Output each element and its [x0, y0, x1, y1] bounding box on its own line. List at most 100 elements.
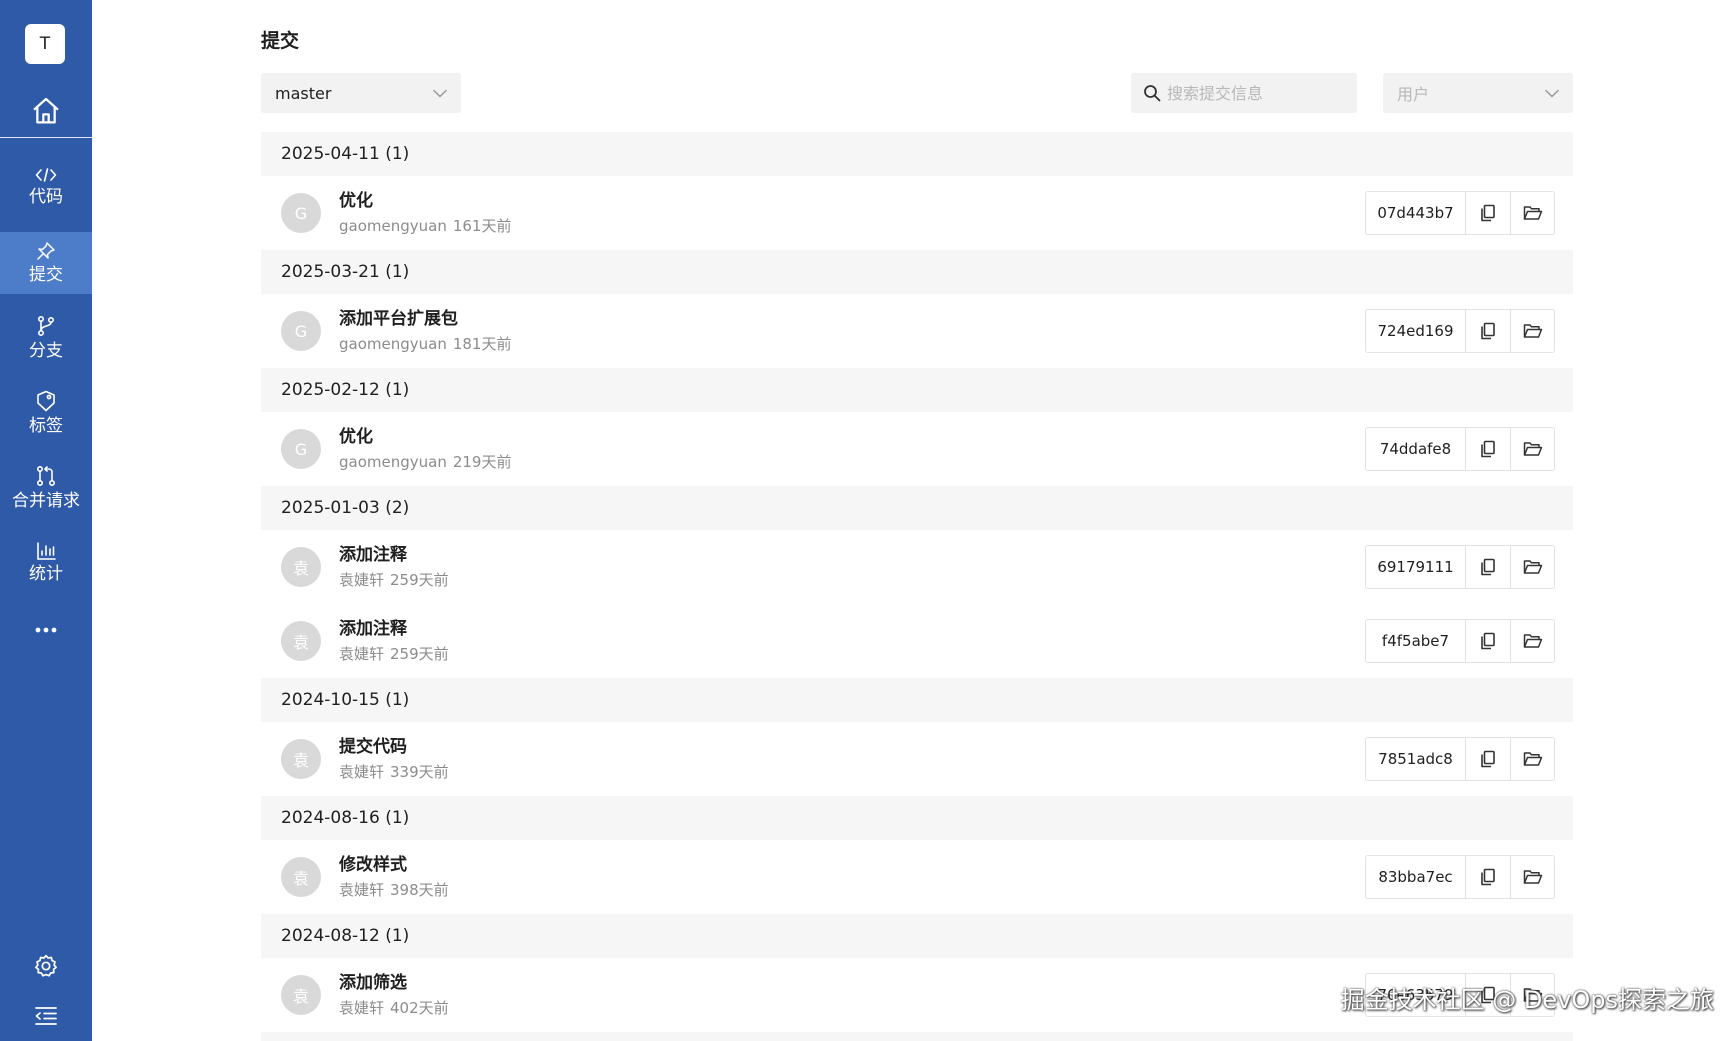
commit-time: 219天前 — [452, 453, 512, 471]
commit-author: 袁婕轩 — [339, 999, 385, 1017]
search-box — [1131, 73, 1357, 113]
search-input[interactable] — [1167, 83, 1337, 103]
commit-meta: gaomengyuan 161天前 — [339, 217, 511, 235]
browse-files-button[interactable] — [1510, 856, 1554, 898]
commit-row[interactable]: 袁 添加注释 袁婕轩 259天前 f4f5abe7 — [261, 604, 1573, 678]
user-select-placeholder: 用户 — [1397, 85, 1430, 104]
sidebar-divider — [0, 137, 92, 138]
author-avatar: G — [281, 193, 321, 233]
commit-hash-button[interactable]: 07d443b7 — [1366, 192, 1466, 234]
sidebar-item-code[interactable]: 代码 — [0, 156, 92, 218]
branch-select[interactable]: master — [261, 73, 461, 113]
browse-files-button[interactable] — [1510, 192, 1554, 234]
commit-time: 339天前 — [390, 763, 449, 781]
user-select[interactable]: 用户 — [1383, 73, 1573, 113]
collapse-sidebar-button[interactable] — [0, 998, 92, 1034]
date-group-header: 2024-10-15 (1) — [261, 678, 1573, 722]
sidebar-item-label: 代码 — [29, 187, 63, 207]
commit-text: 修改样式 袁婕轩 398天前 — [339, 855, 449, 899]
copy-hash-button[interactable] — [1466, 546, 1510, 588]
commit-actions: 724ed169 — [1365, 309, 1555, 353]
copy-hash-button[interactable] — [1466, 192, 1510, 234]
commit-hash-button[interactable]: 7851adc8 — [1366, 738, 1466, 780]
commit-time: 259天前 — [390, 645, 449, 663]
commit-author: 袁婕轩 — [339, 571, 385, 589]
sidebar-item-branches[interactable]: 分支 — [0, 307, 92, 369]
copy-icon — [1481, 750, 1495, 768]
more-button[interactable] — [0, 612, 92, 648]
commit-message[interactable]: 优化 — [339, 427, 511, 447]
author-avatar: 袁 — [281, 857, 321, 897]
commit-message[interactable]: 优化 — [339, 191, 511, 211]
browse-files-button[interactable] — [1510, 620, 1554, 662]
commit-row[interactable]: G 添加平台扩展包 gaomengyuan 181天前 724ed169 — [261, 294, 1573, 368]
commit-actions: 07d443b7 — [1365, 191, 1555, 235]
date-group-label: 2025-04-11 (1) — [281, 144, 410, 164]
date-group-header: 2025-04-11 (1) — [261, 132, 1573, 176]
code-icon — [35, 168, 57, 182]
commit-author: gaomengyuan — [339, 217, 447, 235]
commit-hash-button[interactable]: 69179111 — [1366, 546, 1466, 588]
commit-row[interactable]: 袁 添加注释 袁婕轩 259天前 69179111 — [261, 530, 1573, 604]
commit-message[interactable]: 添加注释 — [339, 545, 449, 565]
commit-row[interactable]: G 优化 gaomengyuan 161天前 07d443b7 — [261, 176, 1573, 250]
commit-message[interactable]: 添加筛选 — [339, 973, 449, 993]
commit-hash-button[interactable]: f4f5abe7 — [1366, 620, 1466, 662]
commit-message[interactable]: 添加平台扩展包 — [339, 309, 511, 329]
sidebar-item-merge-requests[interactable]: 合并请求 — [0, 457, 92, 519]
commit-time: 402天前 — [390, 999, 449, 1017]
settings-button[interactable] — [0, 948, 92, 984]
sidebar-item-statistics[interactable]: 统计 — [0, 532, 92, 594]
commit-actions: 7851adc8 — [1365, 737, 1555, 781]
sidebar-item-tags[interactable]: 标签 — [0, 382, 92, 444]
copy-hash-button[interactable] — [1466, 620, 1510, 662]
browse-files-button[interactable] — [1510, 310, 1554, 352]
date-group-label: 2024-08-12 (1) — [281, 926, 410, 946]
copy-hash-button[interactable] — [1466, 738, 1510, 780]
commit-message[interactable]: 添加注释 — [339, 619, 449, 639]
folder-open-icon — [1523, 870, 1542, 884]
commit-row[interactable]: 袁 提交代码 袁婕轩 339天前 7851adc8 — [261, 722, 1573, 796]
commit-author: gaomengyuan — [339, 453, 447, 471]
copy-hash-button[interactable] — [1466, 310, 1510, 352]
browse-files-button[interactable] — [1510, 738, 1554, 780]
commit-row[interactable]: 袁 修改样式 袁婕轩 398天前 83bba7ec — [261, 840, 1573, 914]
date-group-header: 2024-08-16 (1) — [261, 796, 1573, 840]
gear-icon — [35, 954, 57, 977]
commit-hash-button[interactable]: 74ddafe8 — [1366, 428, 1466, 470]
home-icon — [33, 97, 59, 124]
commit-hash-button[interactable]: 83bba7ec — [1366, 856, 1466, 898]
copy-icon — [1481, 868, 1495, 886]
more-dots-icon — [35, 627, 57, 633]
commit-list: 2025-04-11 (1) G 优化 gaomengyuan 161天前 07d… — [261, 132, 1573, 1041]
search-icon — [1144, 85, 1161, 102]
folder-open-icon — [1523, 634, 1542, 648]
sidebar-item-commits[interactable]: 提交 — [0, 232, 92, 294]
date-group-header: 2024-08-12 (1) — [261, 914, 1573, 958]
commit-meta: 袁婕轩 259天前 — [339, 645, 449, 663]
chevron-down-icon — [1545, 89, 1559, 97]
copy-hash-button[interactable] — [1466, 428, 1510, 470]
app-window: T 代码 提交 分支 标签 合并请求 统计 提交 master 搜索提交信息 用… — [0, 0, 1730, 1041]
date-group-header: 2025-03-21 (1) — [261, 250, 1573, 294]
commit-actions: 83bba7ec — [1365, 855, 1555, 899]
commit-text: 添加平台扩展包 gaomengyuan 181天前 — [339, 309, 511, 353]
copy-icon — [1481, 632, 1495, 650]
author-avatar: 袁 — [281, 739, 321, 779]
commit-row[interactable]: G 优化 gaomengyuan 219天前 74ddafe8 — [261, 412, 1573, 486]
copy-icon — [1481, 322, 1495, 340]
home-button[interactable] — [0, 86, 92, 136]
commit-message[interactable]: 修改样式 — [339, 855, 449, 875]
browse-files-button[interactable] — [1510, 546, 1554, 588]
browse-files-button[interactable] — [1510, 428, 1554, 470]
branch-select-value: master — [275, 83, 332, 103]
commit-hash-button[interactable]: 724ed169 — [1366, 310, 1466, 352]
commit-author: gaomengyuan — [339, 335, 447, 353]
project-avatar[interactable]: T — [25, 24, 65, 64]
copy-icon — [1481, 558, 1495, 576]
copy-icon — [1481, 204, 1495, 222]
commit-text: 添加筛选 袁婕轩 402天前 — [339, 973, 449, 1017]
copy-hash-button[interactable] — [1466, 856, 1510, 898]
date-group-label: 2025-03-21 (1) — [281, 262, 410, 282]
commit-message[interactable]: 提交代码 — [339, 737, 449, 757]
